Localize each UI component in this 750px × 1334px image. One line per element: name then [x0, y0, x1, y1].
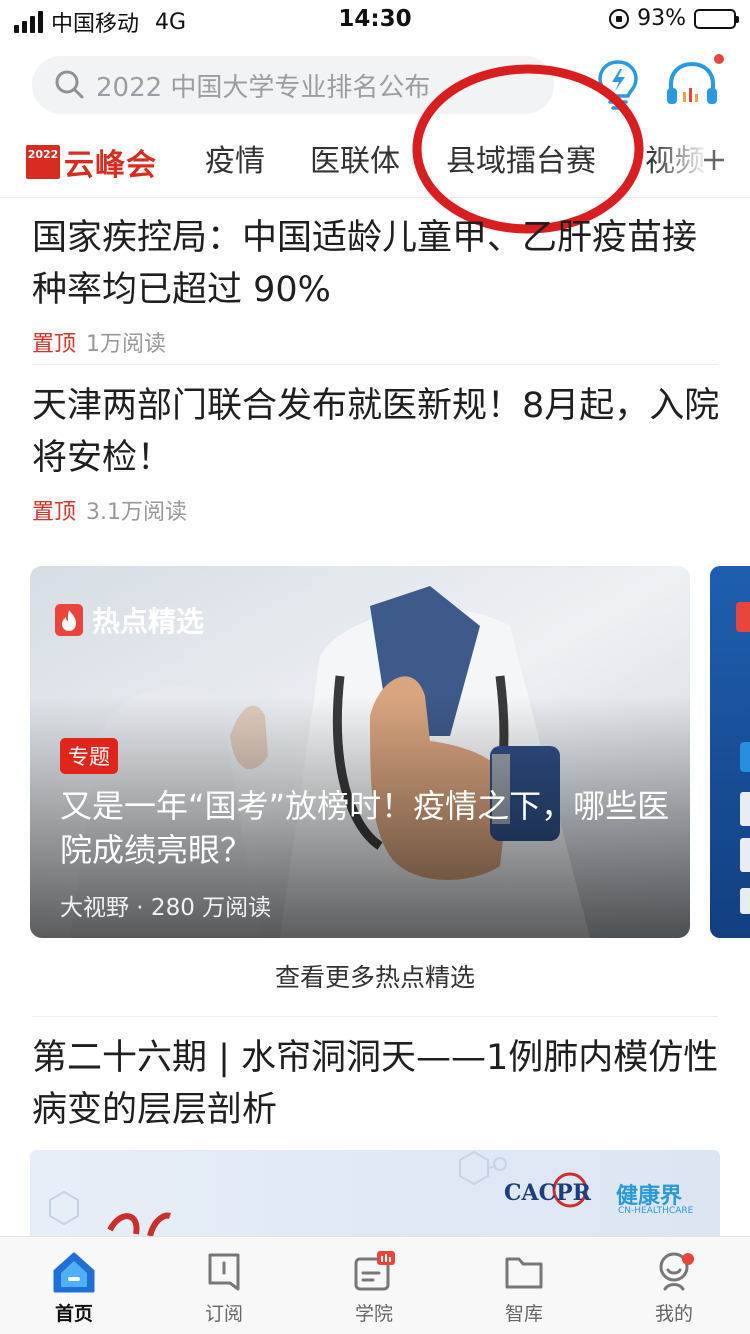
headset-icon[interactable]	[662, 56, 722, 112]
nav-label: 订阅	[204, 1303, 243, 1325]
meta-glyph-partial	[740, 888, 750, 914]
notification-dot	[682, 1253, 694, 1265]
read-count: 3.1万阅读	[86, 500, 188, 525]
divider	[32, 364, 718, 365]
academy-icon	[354, 1251, 395, 1291]
yunfenghui-logo: 2022	[26, 145, 60, 179]
notification-dot	[714, 54, 724, 64]
hot-card-title: 又是一年“国考”放榜时！疫情之下，哪些医院成绩亮眼？	[60, 787, 670, 869]
hot-picks-label: 热点精选	[92, 605, 205, 638]
article-meta: 置顶 3.1万阅读	[32, 494, 722, 526]
nav-label: 学院	[354, 1303, 393, 1325]
nav-academy[interactable]: 学院	[314, 1245, 434, 1326]
tab-county-contest[interactable]: 县域擂台赛	[446, 136, 596, 180]
nav-label: 我的	[654, 1303, 693, 1325]
cn-healthcare-logo-sub: CN-HEALTHCARE	[618, 1206, 694, 1216]
search-icon	[55, 70, 84, 99]
article-item[interactable]: 国家疾控局：中国适龄儿童甲、乙肝疫苗接种率均已超过 90% 置顶 1万阅读	[32, 212, 722, 358]
article-meta: 置顶 1万阅读	[32, 326, 722, 358]
home-icon	[53, 1252, 95, 1293]
flame-icon	[55, 604, 83, 636]
topic-tag: 专题	[60, 738, 118, 774]
search-placeholder: 2022 中国大学专业排名公布	[96, 72, 431, 103]
title-glyph-partial	[740, 838, 750, 872]
tab-epidemic[interactable]: 疫情	[205, 136, 265, 180]
divider	[32, 1016, 718, 1017]
article-banner-image[interactable]: CACPR 健康界 CN-HEALTHCARE	[30, 1150, 720, 1240]
more-hot-picks-link[interactable]: 查看更多热点精选	[0, 958, 750, 994]
title-glyph-partial	[740, 792, 750, 826]
channel-tabs: 2022 云峰会 疫情 医联体 县域擂台赛 视频	[0, 122, 750, 198]
nav-subscribe[interactable]: 订阅	[164, 1245, 284, 1326]
status-bar: 中国移动 4G 14:30 93%	[0, 0, 750, 42]
battery-percent: 93%	[637, 6, 686, 31]
nav-profile[interactable]: 我的	[614, 1245, 734, 1326]
nav-think-tank[interactable]: 智库	[464, 1245, 584, 1326]
bookmark-icon	[208, 1253, 240, 1291]
tab-medical-alliance[interactable]: 医联体	[310, 136, 400, 180]
battery-icon	[694, 8, 739, 29]
orientation-lock-icon	[609, 8, 630, 29]
hot-picks-badge: 热点精选	[54, 600, 204, 640]
article-item[interactable]: 第二十六期 | 水帘洞洞天——1例肺内模仿性病变的层层剖析	[32, 1032, 722, 1136]
search-input[interactable]: 2022 中国大学专业排名公布	[32, 56, 554, 114]
nav-label: 智库	[504, 1303, 543, 1325]
article-title: 天津两部门联合发布就医新规！8月起，入院将安检！	[32, 386, 720, 478]
pinned-label: 置顶	[32, 500, 77, 525]
flame-icon	[736, 602, 750, 632]
status-right: 93%	[609, 6, 739, 31]
tab-yunfenghui[interactable]: 2022 云峰会	[26, 140, 157, 184]
read-count: 1万阅读	[86, 332, 167, 357]
topic-tag-partial	[740, 742, 750, 772]
cacpr-logo: CACPR	[504, 1180, 591, 1206]
lightbulb-icon[interactable]	[590, 56, 646, 112]
next-hot-card[interactable]	[710, 566, 750, 938]
plus-icon[interactable]	[702, 148, 726, 172]
yunfenghui-label: 云峰会	[64, 148, 157, 183]
article-item[interactable]: 天津两部门联合发布就医新规！8月起，入院将安检！ 置顶 3.1万阅读	[32, 380, 722, 526]
tab-fade	[650, 122, 750, 197]
bottom-tab-bar: 首页 订阅 学院 智库 我的	[0, 1236, 750, 1334]
article-title: 国家疾控局：中国适龄儿童甲、乙肝疫苗接种率均已超过 90%	[32, 218, 698, 310]
pinned-label: 置顶	[32, 332, 77, 357]
hot-picks-card[interactable]: 热点精选 专题 又是一年“国考”放榜时！疫情之下，哪些医院成绩亮眼？ 大视野 ·…	[30, 566, 690, 938]
folder-icon	[505, 1257, 543, 1289]
nav-label: 首页	[54, 1303, 93, 1325]
nav-home[interactable]: 首页	[14, 1245, 134, 1326]
hot-card-meta: 大视野 · 280 万阅读	[60, 895, 272, 921]
article-title: 第二十六期 | 水帘洞洞天——1例肺内模仿性病变的层层剖析	[32, 1038, 719, 1130]
